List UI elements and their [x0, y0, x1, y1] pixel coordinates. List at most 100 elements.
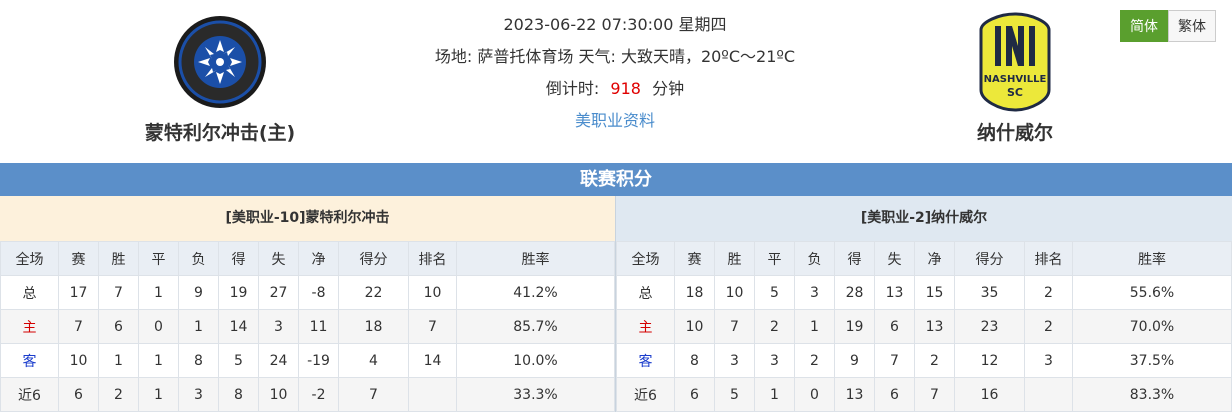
table-cell: 7 [58, 309, 99, 344]
table-cell: 6 [98, 309, 139, 344]
column-header: 负 [794, 241, 835, 276]
table-cell: 3 [1024, 343, 1073, 378]
column-header: 负 [178, 241, 219, 276]
table-cell: 5 [714, 377, 755, 412]
column-header: 胜率 [1072, 241, 1232, 276]
table-cell: 6 [874, 309, 915, 344]
table-cell: 7 [914, 377, 955, 412]
table-row: 总 17 7 1 9 19 27 -8 22 10 41.2% [0, 275, 615, 310]
countdown: 倒计时: 918 分钟 [390, 78, 840, 110]
table-cell: 10 [258, 377, 299, 412]
match-header: 蒙特利尔冲击(主) 2023-06-22 07:30:00 星期四 场地: 萨普… [0, 0, 1232, 163]
away-team-name[interactable]: 纳什威尔 [905, 118, 1125, 145]
table-row: 客 10 1 1 8 5 24 -19 4 14 10.0% [0, 343, 615, 378]
column-header: 得分 [954, 241, 1025, 276]
column-header: 平 [754, 241, 795, 276]
table-cell: 23 [954, 309, 1025, 344]
table-cell: 33.3% [456, 377, 615, 412]
column-header: 平 [138, 241, 179, 276]
away-team[interactable]: NASHVILLE SC 纳什威尔 [905, 10, 1125, 145]
table-cell: 19 [218, 275, 259, 310]
table-cell: 15 [914, 275, 955, 310]
home-standings: [美职业-10]蒙特利尔冲击 全场赛胜平负得失净得分 排名 胜率 总 17 7 1 9 19 2… [0, 196, 616, 412]
column-header: 得 [834, 241, 875, 276]
standings-tables: [美职业-10]蒙特利尔冲击 全场赛胜平负得失净得分 排名 胜率 总 17 7 1 9 19 2… [0, 196, 1232, 412]
table-cell: -2 [298, 377, 339, 412]
table-cell: 8 [178, 343, 219, 378]
table-cell: 9 [834, 343, 875, 378]
match-info: 2023-06-22 07:30:00 星期四 场地: 萨普托体育场 天气: 大… [390, 14, 840, 142]
league-standings-title: 联赛积分 [0, 163, 1232, 196]
table-cell: 9 [178, 275, 219, 310]
simplified-chinese-button[interactable]: 简体 [1120, 10, 1168, 42]
column-header: 胜 [714, 241, 755, 276]
home-team[interactable]: 蒙特利尔冲击(主) [110, 10, 330, 145]
table-cell: 27 [258, 275, 299, 310]
table-cell: 16 [954, 377, 1025, 412]
table-cell: 1 [138, 343, 179, 378]
column-header: 得分 [338, 241, 409, 276]
table-cell: 3 [258, 309, 299, 344]
table-cell: 10.0% [456, 343, 615, 378]
table-row: 近6 6 5 1 0 13 6 7 16 83.3% [616, 377, 1232, 412]
table-cell: 24 [258, 343, 299, 378]
nashville-logo-icon: NASHVILLE SC [979, 12, 1051, 112]
table-cell: 7 [874, 343, 915, 378]
svg-text:NASHVILLE: NASHVILLE [984, 74, 1047, 85]
table-cell: 83.3% [1072, 377, 1232, 412]
table-cell: 13 [874, 275, 915, 310]
table-cell: 17 [58, 275, 99, 310]
table-cell: 37.5% [1072, 343, 1232, 378]
table-cell: 10 [674, 309, 715, 344]
table-cell: 2 [1024, 275, 1073, 310]
table-cell: 14 [218, 309, 259, 344]
row-label: 客 [616, 343, 675, 378]
league-info-link[interactable]: 美职业资料 [390, 110, 840, 142]
table-cell [408, 377, 457, 412]
table-cell: 7 [408, 309, 457, 344]
column-header: 赛 [674, 241, 715, 276]
table-cell: 10 [58, 343, 99, 378]
table-cell: 1 [178, 309, 219, 344]
table-cell: 13 [834, 377, 875, 412]
away-team-logo[interactable]: NASHVILLE SC [905, 10, 1125, 114]
table-cell: 7 [714, 309, 755, 344]
table-cell: 7 [338, 377, 409, 412]
traditional-chinese-button[interactable]: 繁体 [1168, 10, 1216, 42]
countdown-label: 倒计时: [545, 79, 600, 98]
table-cell: 6 [874, 377, 915, 412]
table-cell: 1 [98, 343, 139, 378]
table-cell: 5 [218, 343, 259, 378]
table-cell: 1 [138, 377, 179, 412]
table-cell: 3 [754, 343, 795, 378]
table-row: 近6 6 2 1 3 8 10 -2 7 33.3% [0, 377, 615, 412]
away-standings: [美职业-2]纳什威尔 全场赛胜平负得失净得分 排名 胜率 总 18 10 5 3 28 13 1… [616, 196, 1232, 412]
home-team-name[interactable]: 蒙特利尔冲击(主) [110, 118, 330, 145]
table-cell: 6 [674, 377, 715, 412]
table-cell: 85.7% [456, 309, 615, 344]
column-header: 全场 [616, 241, 675, 276]
table-cell: 10 [408, 275, 457, 310]
table-cell: 13 [914, 309, 955, 344]
match-datetime: 2023-06-22 07:30:00 星期四 [503, 15, 727, 34]
table-cell: 10 [714, 275, 755, 310]
home-standings-title: [美职业-10]蒙特利尔冲击 [0, 196, 615, 241]
home-team-logo[interactable] [110, 10, 330, 114]
away-standings-title: [美职业-2]纳什威尔 [616, 196, 1232, 241]
table-cell: 35 [954, 275, 1025, 310]
home-standings-body: 总 17 7 1 9 19 27 -8 22 10 41.2% 主 7 6 0 1 14 3 11 18 7 85.7% 客… [0, 275, 615, 412]
column-header: 排名 [1024, 241, 1073, 276]
table-cell: 7 [98, 275, 139, 310]
table-cell: 4 [338, 343, 409, 378]
row-label: 近6 [0, 377, 59, 412]
row-label: 近6 [616, 377, 675, 412]
row-label: 主 [616, 309, 675, 344]
table-cell: 8 [674, 343, 715, 378]
table-cell: 2 [98, 377, 139, 412]
column-header: 排名 [408, 241, 457, 276]
table-cell: 1 [138, 275, 179, 310]
away-standings-table: 全场赛胜平负得失净得分 排名 胜率 总 18 10 5 3 28 13 15 35 2 55.6% 主 10… [616, 241, 1232, 412]
countdown-value: 918 [610, 79, 641, 98]
table-cell: 3 [178, 377, 219, 412]
column-header: 全场 [0, 241, 59, 276]
